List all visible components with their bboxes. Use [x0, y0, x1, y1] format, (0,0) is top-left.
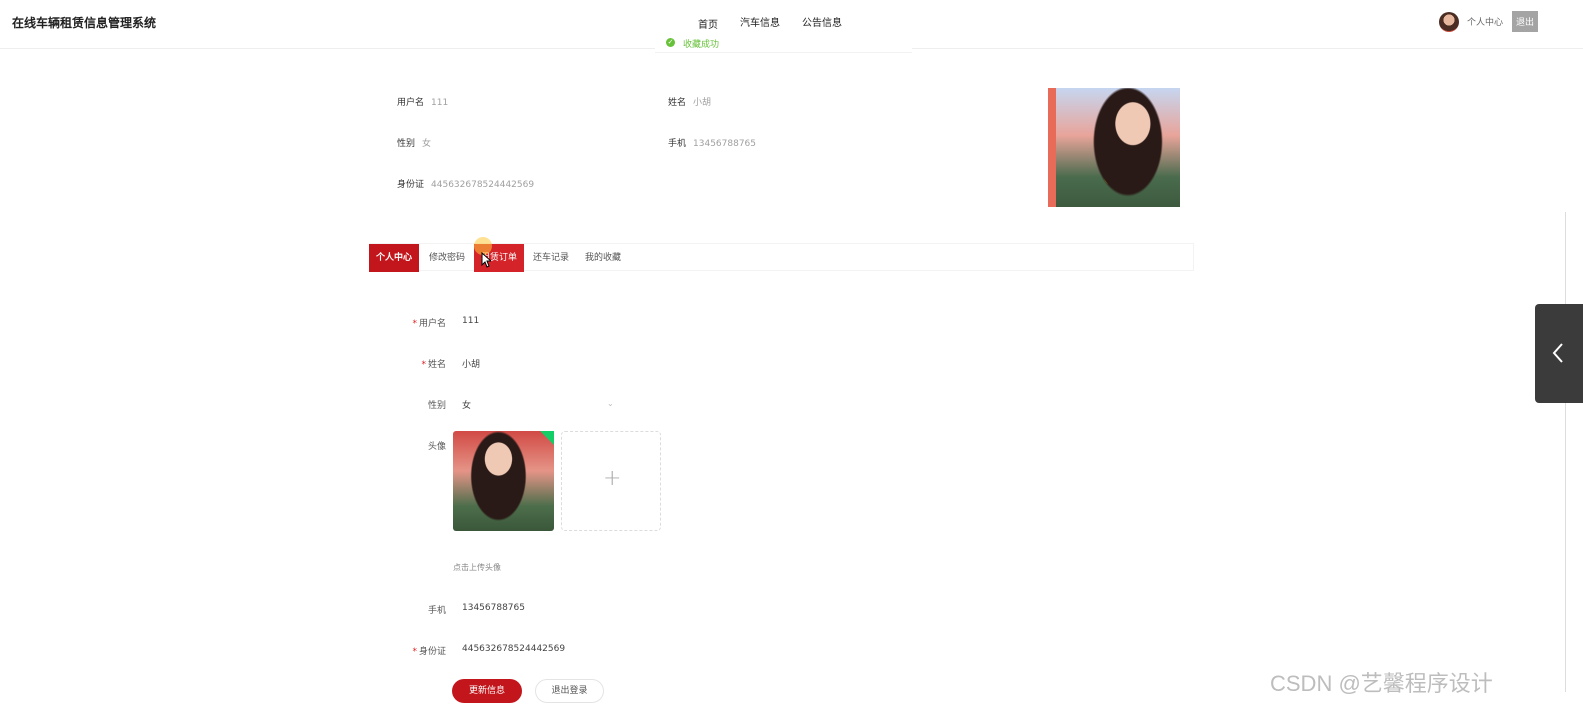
uploaded-avatar-image[interactable] — [453, 431, 554, 531]
plus-icon: + — [603, 466, 622, 491]
required-mark: * — [412, 647, 417, 657]
form-phone-label: 手机 — [427, 606, 446, 616]
app-title: 在线车辆租赁信息管理系统 — [12, 16, 157, 30]
toast-message: 收藏成功 — [683, 40, 720, 50]
required-mark: * — [412, 319, 417, 329]
tab-change-password[interactable]: 修改密码 — [429, 244, 465, 272]
user-area: 个人中心 退出 — [1438, 11, 1538, 32]
summary-username: 用户名 111 — [397, 95, 448, 108]
main-nav: 首页 汽车信息 公告信息 — [698, 14, 864, 31]
logout-account-button[interactable]: 退出登录 — [535, 679, 604, 703]
nav-car-info[interactable]: 汽车信息 — [740, 14, 780, 31]
form-gender-label: 性别 — [427, 401, 446, 411]
scroll-divider — [1565, 212, 1566, 692]
form-name-label-text: 姓名 — [427, 360, 446, 370]
summary-id-label: 身份证 — [397, 180, 425, 190]
username-field[interactable]: 111 — [462, 316, 479, 326]
tab-personal-center[interactable]: 个人中心 — [369, 244, 420, 272]
watermark: CSDN @艺馨程序设计 — [1270, 671, 1493, 696]
gender-select[interactable]: 女 — [462, 398, 471, 411]
tab-return-records[interactable]: 还车记录 — [533, 244, 569, 272]
form-name-label: * 姓名 — [386, 357, 446, 370]
summary-phone-label: 手机 — [668, 139, 687, 149]
nav-home[interactable]: 首页 — [698, 16, 718, 31]
avatar[interactable] — [1438, 11, 1459, 32]
summary-phone: 手机 13456788765 — [668, 136, 756, 149]
name-field[interactable]: 小胡 — [462, 357, 480, 370]
summary-name-label: 姓名 — [668, 98, 687, 108]
form-username-label-text: 用户名 — [418, 319, 446, 329]
profile-tabs: 个人中心 修改密码 租赁订单 还车记录 我的收藏 — [369, 243, 1194, 272]
side-panel-toggle[interactable] — [1535, 304, 1583, 403]
summary-username-value: 111 — [431, 98, 449, 108]
summary-name: 姓名 小胡 — [668, 95, 711, 108]
phone-field[interactable]: 13456788765 — [462, 603, 525, 613]
update-info-button[interactable]: 更新信息 — [452, 679, 522, 703]
upload-tip: 点击上传头像 — [453, 563, 501, 572]
logout-button[interactable]: 退出 — [1511, 11, 1538, 32]
summary-username-label: 用户名 — [397, 98, 425, 108]
summary-id-value: 445632678524442569 — [431, 180, 535, 190]
avatar-upload-button[interactable]: + — [561, 431, 661, 531]
success-toast: ✓ 收藏成功 — [655, 34, 912, 53]
profile-photo — [1048, 88, 1180, 207]
required-mark: * — [421, 360, 426, 370]
summary-gender-value: 女 — [422, 139, 432, 149]
chevron-down-icon[interactable]: ⌄ — [607, 399, 614, 408]
summary-name-value: 小胡 — [693, 98, 712, 108]
form-username-label: * 用户名 — [386, 316, 446, 329]
form-avatar-label: 头像 — [427, 442, 446, 452]
summary-gender: 性别女 — [397, 136, 431, 149]
form-id-label: * 身份证 — [386, 644, 446, 657]
tab-my-favorites[interactable]: 我的收藏 — [585, 244, 621, 272]
check-circle-icon: ✓ — [666, 38, 675, 47]
form-id-label-text: 身份证 — [418, 647, 446, 657]
summary-gender-label: 性别 — [397, 139, 416, 149]
nav-announcements[interactable]: 公告信息 — [802, 14, 842, 31]
summary-id: 身份证 445632678524442569 — [397, 177, 534, 190]
mouse-cursor-icon — [481, 252, 491, 268]
chevron-left-icon — [1552, 343, 1563, 363]
summary-phone-value: 13456788765 — [693, 139, 757, 149]
id-number-field[interactable]: 445632678524442569 — [462, 644, 565, 654]
user-center-link[interactable]: 个人中心 — [1467, 15, 1503, 28]
